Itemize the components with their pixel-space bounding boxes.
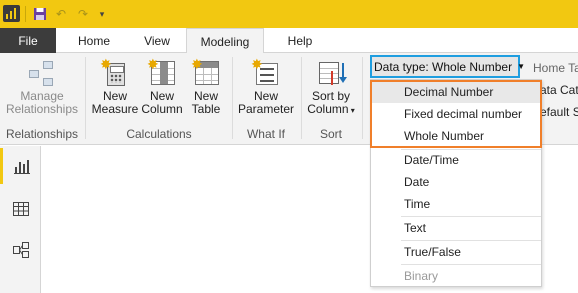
new-column-button[interactable]: ✸ New Column	[140, 57, 184, 116]
menu-item-fixed-decimal-number[interactable]: Fixed decimal number	[371, 103, 541, 125]
ribbon-tab-bar: File Home View Modeling Help	[0, 28, 578, 54]
redo-icon[interactable]: ↷	[74, 4, 92, 24]
sort-by-column-button[interactable]: Sort by Column ▾	[305, 57, 357, 117]
new-measure-button[interactable]: ✸ New Measure	[92, 57, 139, 116]
group-label-relationships: Relationships	[5, 127, 79, 141]
group-separator	[85, 57, 86, 139]
new-table-button[interactable]: ✸ New Table	[186, 57, 226, 116]
new-table-icon: ✸	[191, 57, 221, 87]
new-measure-icon: ✸	[100, 57, 130, 87]
new-parameter-icon: ✸	[251, 57, 281, 87]
tab-file[interactable]: File	[0, 28, 56, 53]
menu-item-date-time[interactable]: Date/Time	[371, 149, 541, 171]
group-label-what-if: What If	[246, 127, 285, 141]
chevron-down-icon: ▾	[348, 106, 355, 115]
model-view-icon[interactable]	[0, 232, 41, 268]
group-label-calculations: Calculations	[126, 127, 192, 141]
group-separator	[301, 57, 302, 139]
group-label-sort: Sort	[319, 127, 342, 141]
title-bar: ↶ ↷ ▾	[0, 0, 578, 28]
tab-help[interactable]: Help	[272, 28, 328, 53]
power-bi-logo-icon	[3, 5, 20, 22]
view-switcher	[0, 146, 41, 293]
sort-by-column-icon	[316, 57, 347, 87]
default-summarization-label: efault S	[540, 105, 578, 119]
menu-item-binary: Binary	[404, 269, 439, 283]
new-column-icon: ✸	[147, 57, 177, 87]
tab-view[interactable]: View	[132, 28, 182, 53]
menu-item-date[interactable]: Date	[371, 171, 541, 193]
relationships-icon	[27, 57, 57, 87]
group-separator	[362, 57, 363, 139]
home-table-label: Home Tab	[533, 61, 578, 75]
menu-item-whole-number[interactable]: Whole Number	[371, 125, 541, 147]
manage-relationships-button[interactable]: Manage Relationships	[2, 57, 82, 116]
data-view-icon[interactable]	[0, 191, 41, 227]
data-category-label: ata Cate	[540, 83, 578, 97]
menu-item-decimal-number[interactable]: Decimal Number	[371, 81, 541, 103]
data-type-dropdown: Decimal Number Fixed decimal number Whol…	[370, 79, 542, 287]
data-type-combobox[interactable]: Data type: Whole Number ▼	[370, 55, 525, 78]
data-type-value: Data type: Whole Number	[374, 59, 513, 74]
menu-item-true-false[interactable]: True/False	[371, 241, 541, 263]
undo-icon[interactable]: ↶	[52, 4, 70, 24]
group-separator	[232, 57, 233, 139]
quick-access-separator	[25, 6, 26, 22]
tab-home[interactable]: Home	[66, 28, 122, 53]
report-view-icon[interactable]	[0, 148, 41, 184]
new-parameter-button[interactable]: ✸ New Parameter	[236, 57, 296, 116]
menu-item-text[interactable]: Text	[371, 217, 541, 239]
save-icon[interactable]	[31, 4, 49, 24]
menu-item-time[interactable]: Time	[371, 193, 541, 215]
tab-modeling[interactable]: Modeling	[186, 28, 264, 54]
chevron-down-icon: ▼	[517, 62, 525, 71]
customize-quick-access-icon[interactable]: ▾	[93, 4, 111, 24]
